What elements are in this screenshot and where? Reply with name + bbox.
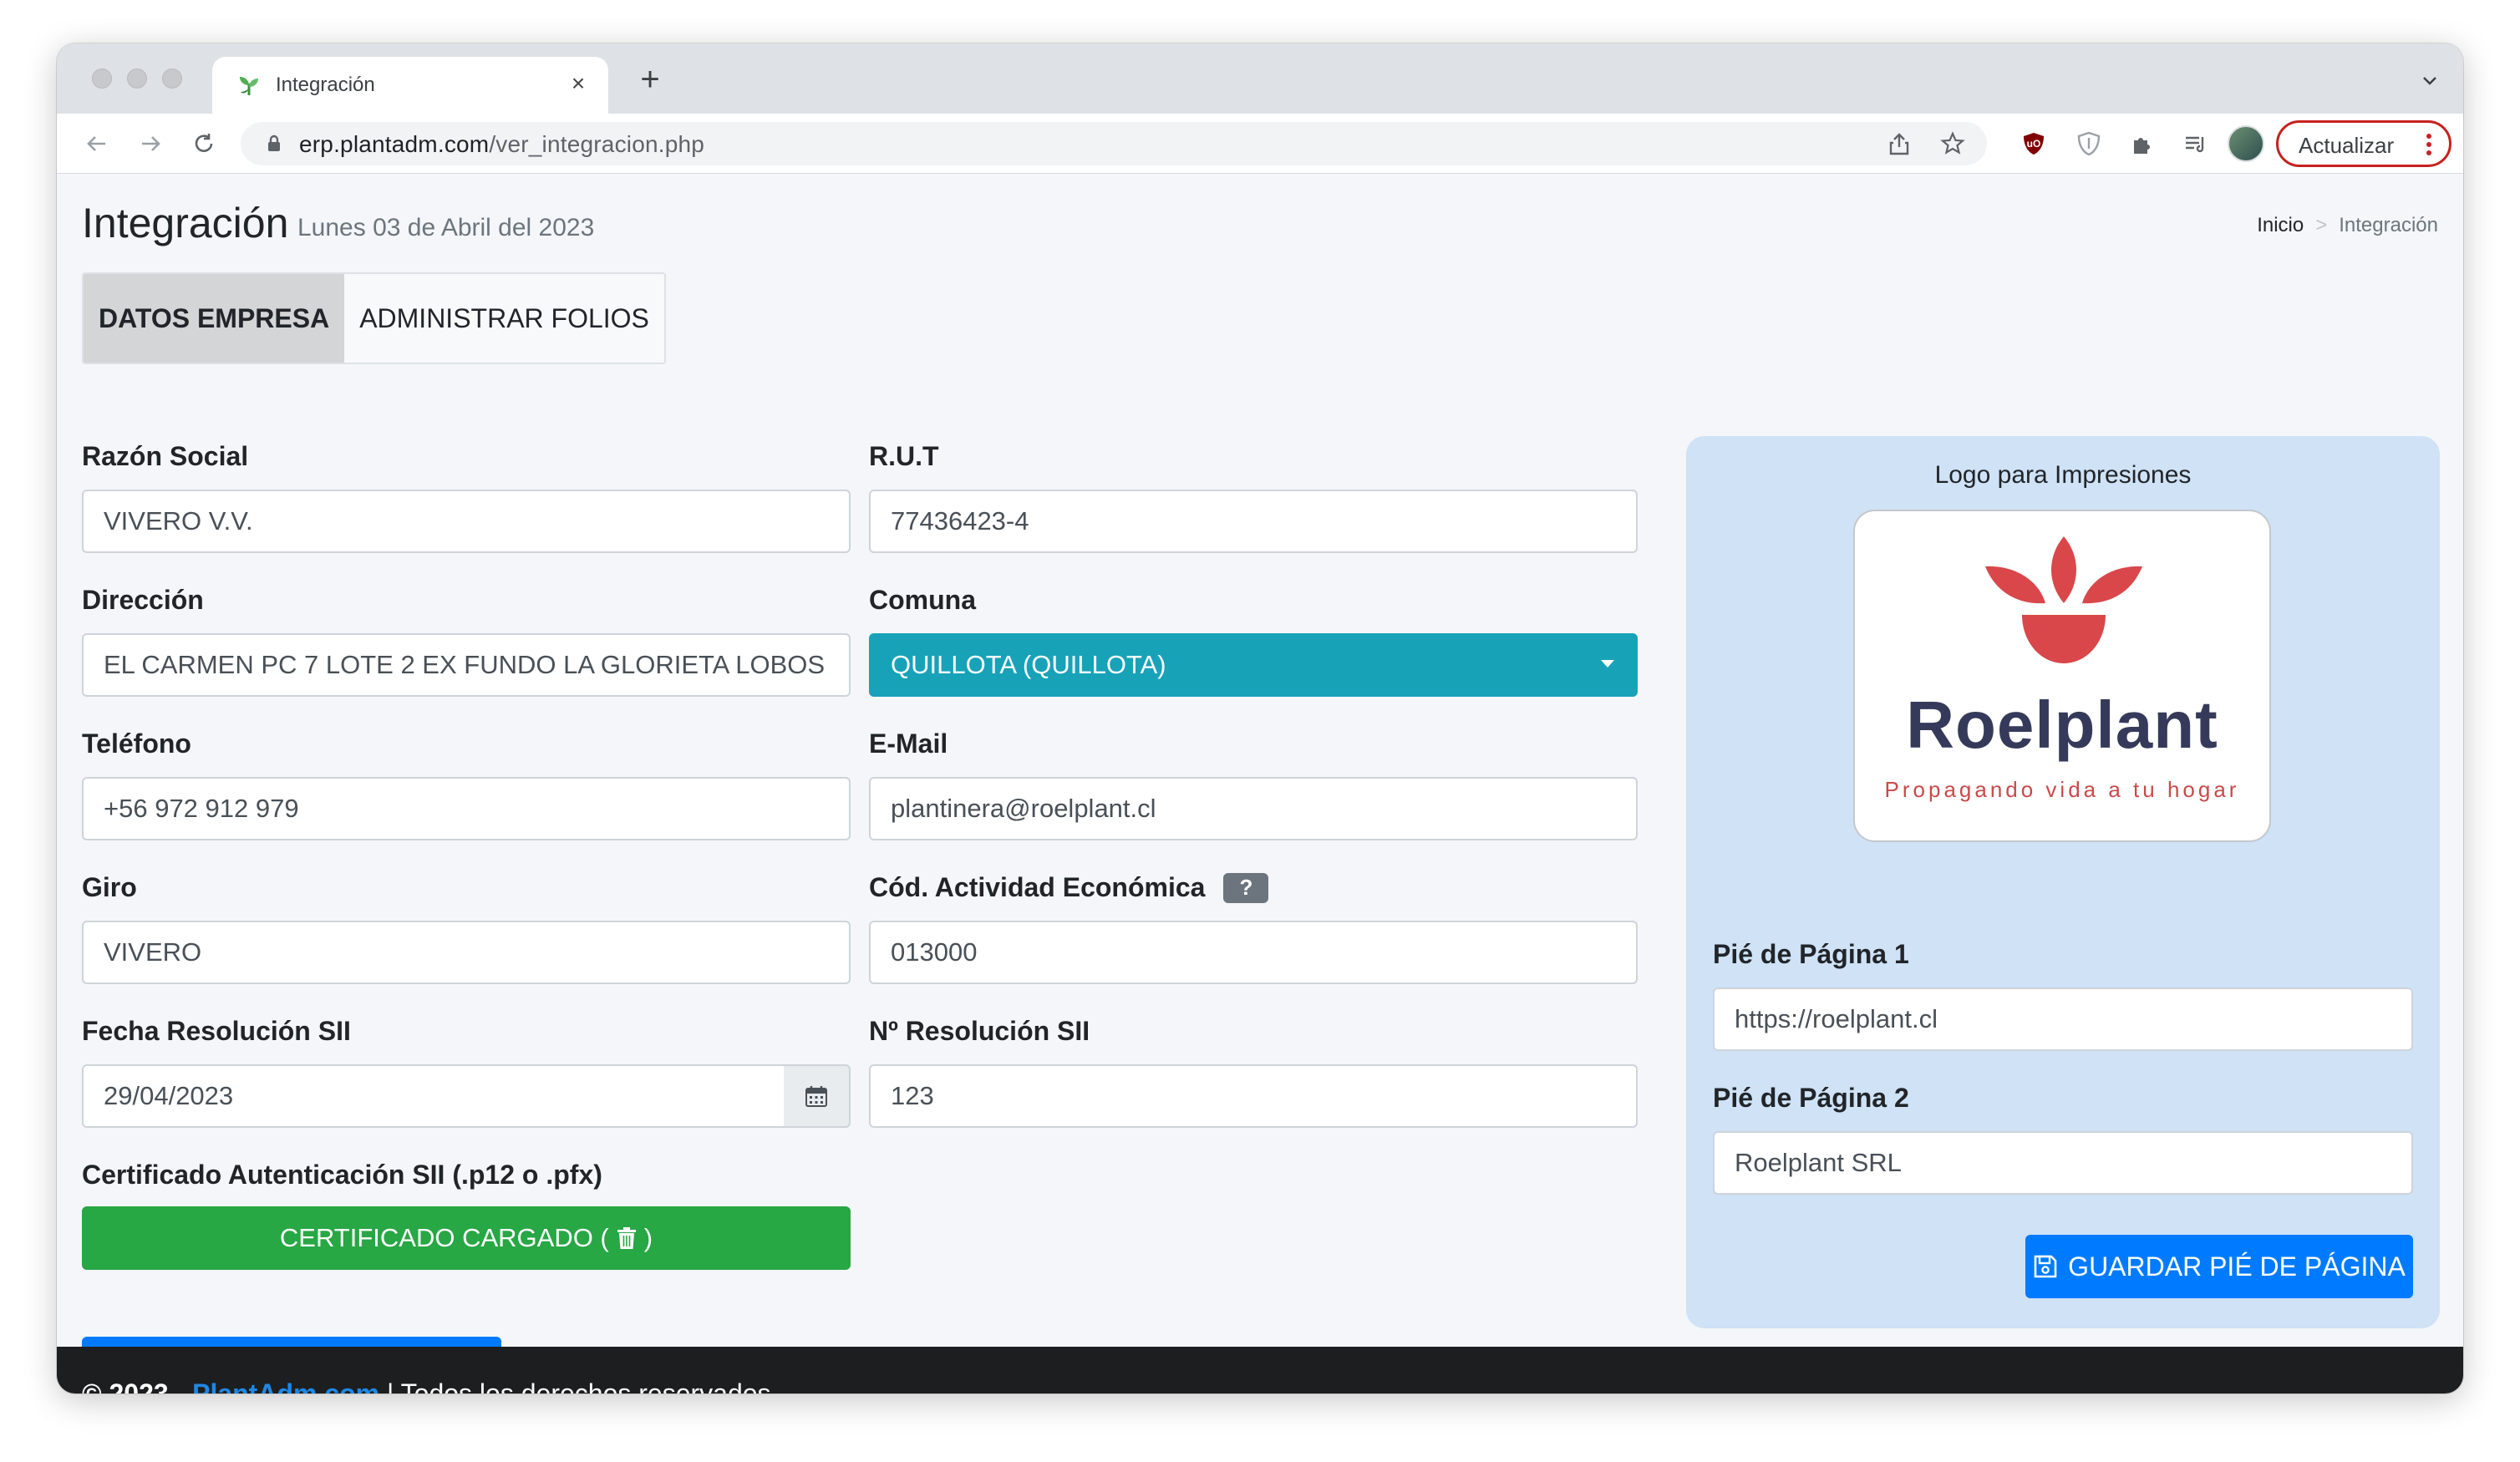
tab-search-icon[interactable] [2418,69,2441,92]
footer1-input[interactable]: https://roelplant.cl [1713,987,2413,1051]
certificado-button-suffix: ) [643,1223,653,1252]
rut-input[interactable]: 77436423-4 [869,490,1638,553]
actividad-label: Cód. Actividad Económica [869,872,1206,902]
footer2-label: Pié de Página 2 [1713,1083,1909,1113]
breadcrumb-separator: > [2315,214,2328,236]
footer2-input[interactable]: Roelplant SRL [1713,1131,2413,1195]
direccion-input[interactable]: EL CARMEN PC 7 LOTE 2 EX FUNDO LA GLORIE… [82,633,851,697]
new-tab-button[interactable]: + [633,63,667,97]
address-bar[interactable]: erp.plantadm.com/ver_integracion.php [241,122,1987,165]
tab-datos-empresa[interactable]: DATOS EMPRESA [84,274,345,363]
share-icon[interactable] [1887,131,1912,156]
fecha-resolucion-input[interactable]: 29/04/2023 [82,1064,785,1128]
arrow-right-icon [142,136,160,151]
more-vertical-icon [2426,134,2431,155]
puzzle-icon [2134,138,2150,154]
trash-icon[interactable] [616,1226,638,1250]
tab-strip: Integración × + [57,43,2463,114]
page-date: Lunes 03 de Abril del 2023 [297,214,595,241]
svg-text:uO: uO [2027,138,2041,150]
comuna-select[interactable]: QUILLOTA (QUILLOTA) [869,633,1638,697]
footer-rights: | Todos los derechos reservados. [387,1378,779,1393]
save-icon [2034,1255,2057,1278]
telefono-label: Teléfono [82,728,191,759]
profile-avatar[interactable] [2228,125,2264,162]
logo-wordmark: Roelplant [1906,688,2218,762]
footer-text: © 2023 - PlantAdm.com | Todos los derech… [82,1378,778,1393]
breadcrumb: Inicio > Integración [2257,214,2438,237]
browser-toolbar: erp.plantadm.com/ver_integracion.php uO [57,114,2463,174]
logo-panel: Logo para Impresiones Roelplant Propagan… [1686,436,2440,1328]
reload-button[interactable] [185,125,222,162]
close-window-button[interactable] [92,69,112,89]
razon-social-input[interactable]: VIVERO V.V. [82,490,851,553]
extensions-button[interactable] [2126,127,2159,160]
datepicker-button[interactable] [784,1064,851,1128]
footer-copyright: © 2023 - [82,1378,185,1393]
caret-down-icon [1601,660,1614,668]
giro-label: Giro [82,872,137,902]
zoom-window-button[interactable] [162,69,182,89]
ublock-extension-icon[interactable]: uO [2017,127,2050,160]
browser-window: Integración × + erp.plantadm.com/ver_int… [57,43,2463,1393]
lock-icon[interactable] [264,134,284,154]
email-input[interactable]: plantinera@roelplant.cl [869,777,1638,840]
num-resolucion-label: Nº Resolución SII [869,1016,1090,1046]
back-button[interactable] [79,125,115,162]
reading-list-button[interactable] [2179,127,2213,160]
reload-icon [195,134,213,152]
actividad-label-wrap: Cód. Actividad Económica? [869,872,1269,905]
fecha-resolucion-label: Fecha Resolución SII [82,1016,351,1046]
help-badge[interactable]: ? [1223,872,1269,903]
save-footer-label: GUARDAR PIÉ DE PÁGINA [2068,1251,2406,1282]
breadcrumb-home-link[interactable]: Inicio [2257,214,2304,237]
update-browser-button[interactable]: Actualizar [2276,120,2451,167]
section-tabs: DATOS EMPRESA ADMINISTRAR FOLIOS [82,272,666,364]
arrow-left-icon [87,136,105,151]
breadcrumb-current: Integración [2339,214,2438,236]
certificado-button[interactable]: CERTIFICADO CARGADO ( ) [82,1206,851,1270]
rut-label: R.U.T [869,441,939,471]
shield-outline-icon [2077,131,2101,156]
partially-visible-button[interactable] [82,1337,501,1347]
forward-button[interactable] [132,125,169,162]
certificado-label: Certificado Autenticación SII (.p12 o .p… [82,1160,602,1190]
num-resolucion-input[interactable]: 123 [869,1064,1638,1128]
page-title: Integración [82,200,289,246]
url-domain: erp.plantadm.com [299,131,490,157]
footer1-label: Pié de Página 1 [1713,939,1909,969]
email-label: E-Mail [869,728,948,759]
comuna-selected-value: QUILLOTA (QUILLOTA) [891,650,1166,679]
logo-tagline: Propagando vida a tu hogar [1884,777,2240,802]
shield-icon: uO [2024,133,2044,155]
comuna-label: Comuna [869,585,976,615]
minimize-window-button[interactable] [127,69,147,89]
calendar-icon [805,1086,827,1107]
url-path: /ver_integracion.php [489,131,705,157]
razon-social-label: Razón Social [82,441,249,471]
telefono-input[interactable]: +56 972 912 979 [82,777,851,840]
roelplant-logo-mark [1985,536,2142,663]
save-footer-button[interactable]: GUARDAR PIÉ DE PÁGINA [2025,1235,2413,1298]
bookmark-star-icon[interactable] [1940,131,1965,156]
url-text: erp.plantadm.com/ver_integracion.php [299,131,704,158]
giro-input[interactable]: VIVERO [82,921,851,984]
direccion-label: Dirección [82,585,204,615]
playlist-icon [2186,136,2204,153]
logo-panel-title: Logo para Impresiones [1934,461,2192,489]
update-label: Actualizar [2299,133,2395,158]
privacy-extension-icon[interactable] [2072,127,2106,160]
close-tab-icon[interactable]: × [563,69,593,99]
page-content: Integración Lunes 03 de Abril del 2023 I… [57,174,2463,1347]
browser-tab[interactable]: Integración × [212,57,608,114]
tab-administrar-folios[interactable]: ADMINISTRAR FOLIOS [344,274,664,363]
certificado-button-prefix: CERTIFICADO CARGADO ( [279,1223,609,1252]
logo-preview[interactable]: Roelplant Propagando vida a tu hogar [1853,510,2271,842]
footer-brand-link[interactable]: PlantAdm.com [192,1378,379,1393]
tab-title: Integración [276,74,375,96]
page-footer: © 2023 - PlantAdm.com | Todos los derech… [57,1347,2463,1393]
actividad-input[interactable]: 013000 [869,921,1638,984]
plant-icon [240,77,258,95]
